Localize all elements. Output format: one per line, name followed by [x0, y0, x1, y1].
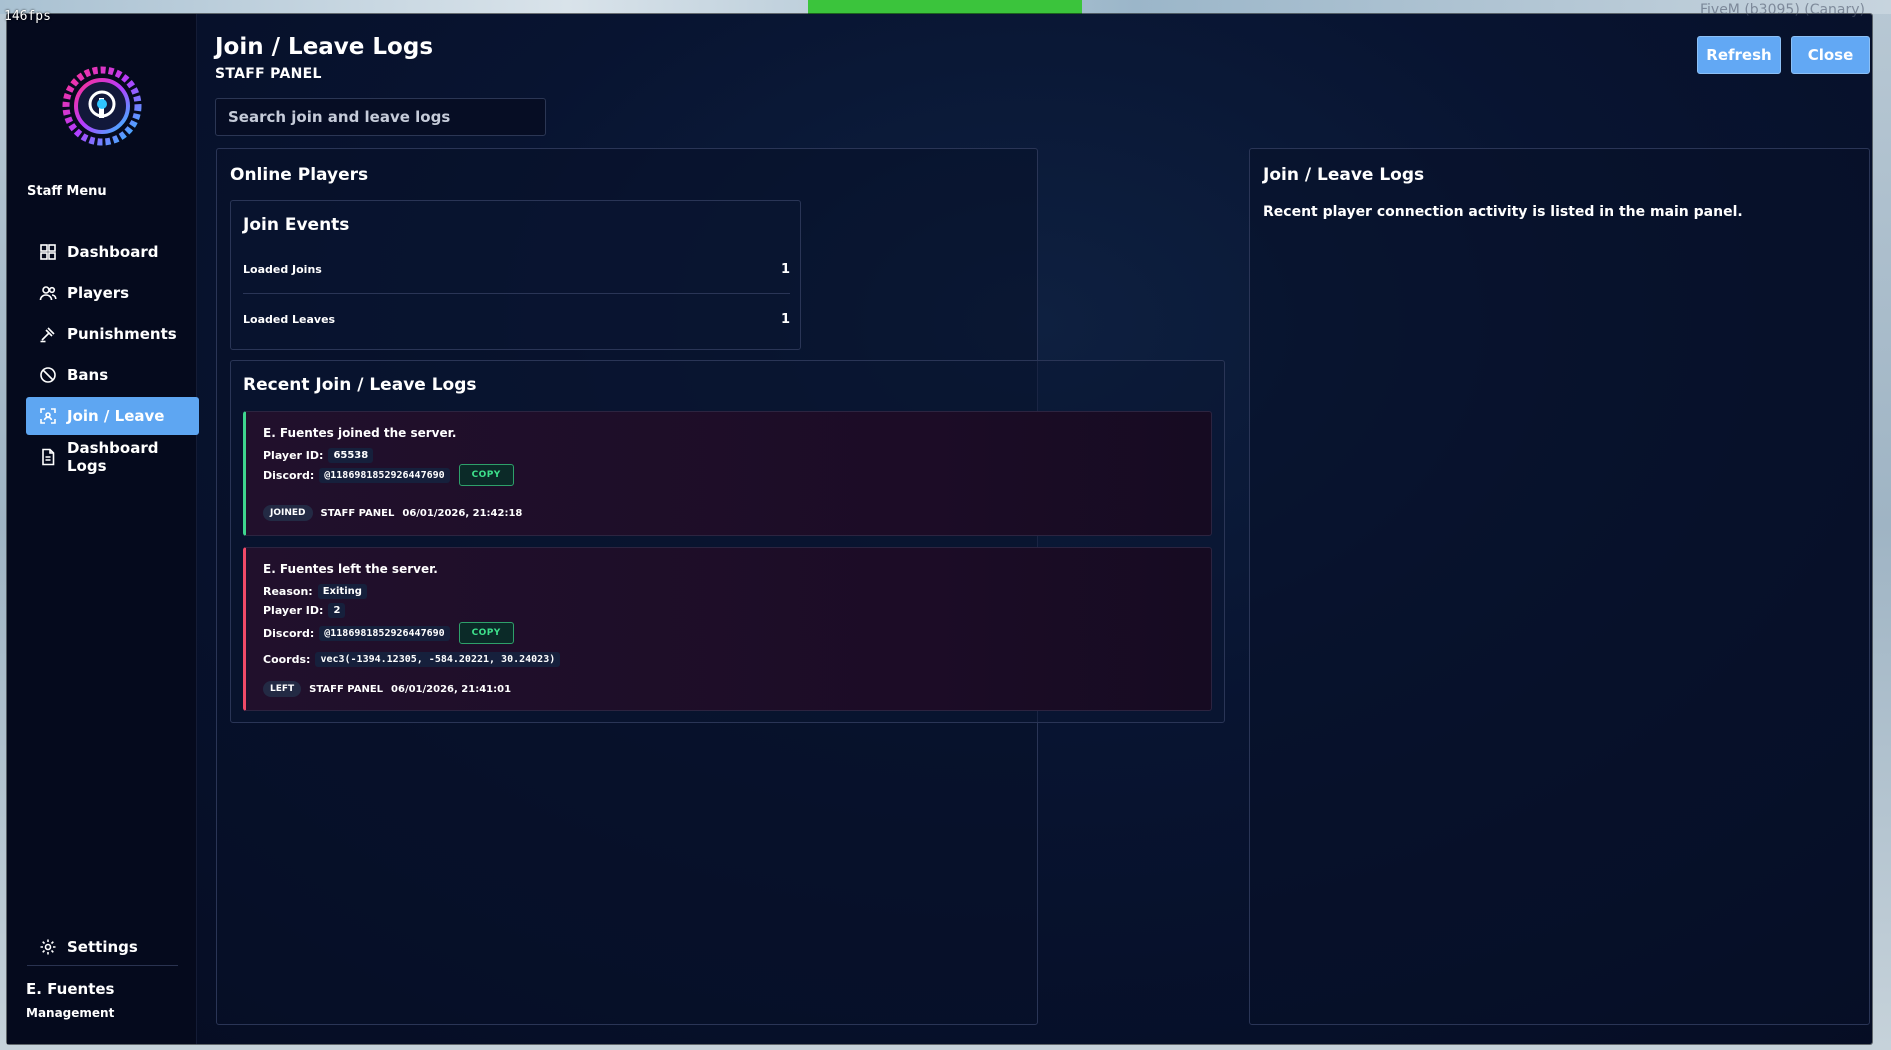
discord-value: @1186981852926447690 — [319, 467, 450, 483]
recent-logs-title: Recent Join / Leave Logs — [243, 375, 477, 395]
field-label: Reason: — [263, 585, 313, 598]
player-id-value: 2 — [328, 603, 346, 618]
status-badge: LEFT — [263, 681, 302, 697]
sidebar-divider — [27, 965, 178, 966]
sidebar-item-join-leave[interactable]: Join / Leave — [26, 397, 199, 435]
stat-value: 1 — [780, 262, 790, 277]
log-timestamp: 06/01/2026, 21:41:01 — [391, 683, 512, 695]
join-leave-icon — [40, 408, 56, 424]
staff-panel-window: Staff Menu Dashboard Players Punishments… — [7, 14, 1872, 1044]
join-events-title: Join Events — [243, 215, 350, 235]
user-role: Management — [26, 1006, 115, 1020]
page-title: Join / Leave Logs — [215, 34, 434, 60]
discord-field: Discord: @1186981852926447690 COPY — [263, 464, 514, 486]
discord-field: Discord: @1186981852926447690 COPY — [263, 622, 514, 644]
player-id-value: 65538 — [328, 448, 374, 463]
stat-label: Loaded Joins — [243, 263, 322, 276]
player-id-field: Player ID: 2 — [263, 603, 346, 618]
stat-row-loaded-leaves: Loaded Leaves 1 — [243, 295, 790, 343]
panel-title: Online Players — [230, 165, 369, 185]
document-icon — [42, 448, 55, 466]
ban-icon — [40, 367, 56, 383]
user-name: E. Fuentes — [26, 980, 115, 998]
close-button[interactable]: Close — [1791, 36, 1870, 74]
sidebar-item-label: Dashboard Logs — [67, 439, 159, 475]
field-label: Discord: — [263, 468, 315, 482]
discord-value: @1186981852926447690 — [319, 625, 450, 641]
recent-logs-card: Recent Join / Leave Logs E. Fuentes join… — [230, 360, 1225, 723]
dashboard-icon — [40, 244, 56, 260]
online-players-panel: Online Players Join Events Loaded Joins … — [216, 148, 1225, 1025]
refresh-button[interactable]: Refresh — [1697, 36, 1781, 74]
log-source: STAFF PANEL — [309, 683, 384, 695]
log-timestamp: 06/01/2026, 21:42:18 — [402, 507, 523, 519]
log-entry-left: E. Fuentes left the server. Reason: Exit… — [243, 547, 1212, 711]
sidebar-item-bans[interactable]: Bans — [26, 356, 199, 394]
players-icon — [39, 286, 57, 301]
player-id-field: Player ID: 65538 — [263, 448, 374, 463]
side-panel-text: Recent player connection activity is lis… — [1263, 204, 1743, 220]
sidebar-item-label: Punishments — [67, 325, 177, 343]
settings-label: Settings — [67, 938, 138, 956]
search-input[interactable] — [215, 98, 546, 136]
sidebar-item-label: Players — [67, 284, 130, 302]
stat-label: Loaded Leaves — [243, 312, 336, 326]
status-badge: JOINED — [263, 505, 313, 521]
build-label: FiveM (b3095) (Canary) — [1699, 2, 1865, 18]
sidebar-item-punishments[interactable]: Punishments — [26, 315, 199, 353]
notification-bar — [808, 0, 1082, 14]
reason-field: Reason: Exiting — [263, 584, 367, 599]
sidebar-item-label: Dashboard — [67, 243, 159, 261]
stat-value: 1 — [780, 311, 790, 327]
page-subtitle: STAFF PANEL — [215, 66, 322, 82]
sidebar-item-dashboard-logs[interactable]: Dashboard Logs — [26, 438, 199, 476]
sidebar-item-dashboard[interactable]: Dashboard — [26, 233, 199, 271]
log-headline: E. Fuentes left the server. — [263, 562, 438, 576]
log-meta: LEFT STAFF PANEL 06/01/2026, 21:41:01 — [263, 681, 511, 697]
gavel-icon — [40, 327, 55, 343]
log-entry-joined: E. Fuentes joined the server. Player ID:… — [243, 411, 1212, 536]
log-source: STAFF PANEL — [320, 507, 395, 519]
field-label: Player ID: — [263, 449, 324, 462]
sidebar-item-label: Bans — [67, 366, 109, 384]
sidebar: Staff Menu Dashboard Players Punishments… — [7, 14, 199, 1044]
gear-icon — [40, 939, 56, 955]
log-meta: JOINED STAFF PANEL 06/01/2026, 21:42:18 — [263, 505, 522, 521]
reason-value: Exiting — [317, 584, 367, 599]
copy-button[interactable]: COPY — [458, 464, 514, 486]
join-leave-info-panel: Join / Leave Logs Recent player connecti… — [1249, 148, 1870, 1025]
coords-field: Coords: vec3(-1394.12305, -584.20221, 30… — [263, 652, 561, 667]
sidebar-item-settings[interactable]: Settings — [26, 929, 199, 965]
coords-value: vec3(-1394.12305, -584.20221, 30.24023) — [315, 652, 561, 667]
join-events-card: Join Events Loaded Joins 1 Loaded Leaves… — [230, 200, 801, 350]
stat-row-loaded-joins: Loaded Joins 1 — [243, 246, 790, 294]
field-label: Discord: — [263, 626, 315, 640]
field-label: Coords: — [263, 653, 311, 666]
sidebar-item-players[interactable]: Players — [26, 274, 199, 312]
copy-button[interactable]: COPY — [458, 622, 514, 644]
sidebar-nav: Dashboard Players Punishments Bans Join … — [26, 233, 199, 479]
log-headline: E. Fuentes joined the server. — [263, 426, 457, 440]
field-label: Player ID: — [263, 604, 324, 617]
sidebar-item-label: Join / Leave — [67, 407, 165, 425]
logo-icon — [60, 64, 144, 148]
side-panel-title: Join / Leave Logs — [1263, 165, 1425, 185]
staff-menu-heading: Staff Menu — [27, 184, 107, 199]
fps-counter: 146fps — [4, 9, 51, 24]
